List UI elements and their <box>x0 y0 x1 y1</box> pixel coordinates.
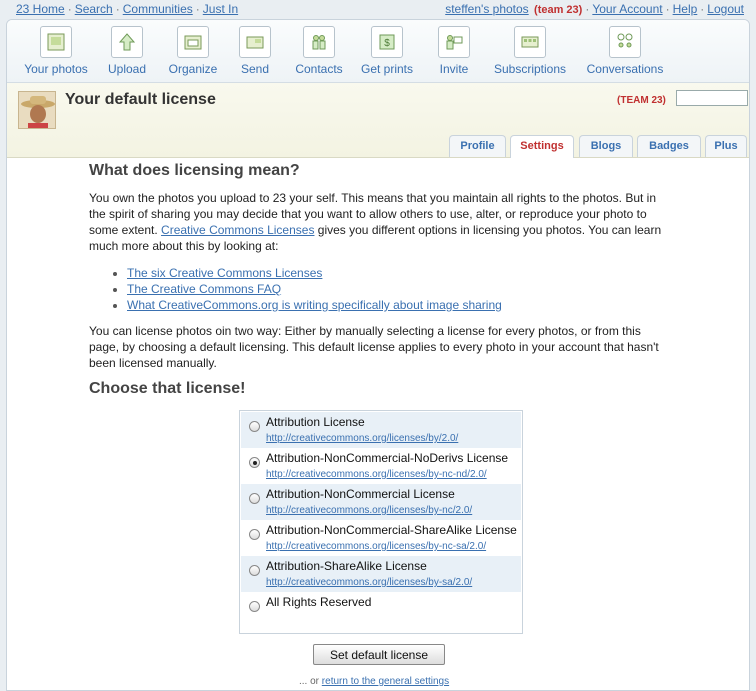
tab-settings[interactable]: Settings <box>510 135 574 158</box>
resource-links: The six Creative Commons Licenses The Cr… <box>113 265 502 313</box>
license-name: Attribution-ShareAlike License <box>266 559 427 573</box>
nav-label: Subscriptions <box>493 62 567 76</box>
svg-text:$: $ <box>384 38 390 49</box>
license-option[interactable]: Attribution-NonCommercial License http:/… <box>241 484 521 520</box>
invite-icon <box>438 26 470 58</box>
nav-organize[interactable]: Organize <box>165 26 221 76</box>
six-licenses-link[interactable]: The six Creative Commons Licenses <box>127 266 322 280</box>
nav-invite[interactable]: Invite <box>435 26 473 76</box>
license-name: Attribution-NonCommercial-NoDerivs Licen… <box>266 451 509 465</box>
logout-link[interactable]: Logout <box>707 2 744 16</box>
nav-conversations[interactable]: Conversations <box>585 26 665 76</box>
radio-button[interactable] <box>249 601 260 612</box>
help-link[interactable]: Help <box>673 2 698 16</box>
photo-icon <box>40 26 72 58</box>
nav-label: Your photos <box>24 62 88 76</box>
nav-label: Conversations <box>586 62 664 76</box>
top-link-bar: 23 Home · Search · Communities · Just In steff… <box>0 0 756 18</box>
avatar <box>18 91 56 129</box>
nav-contacts[interactable]: Contacts <box>291 26 347 76</box>
tab-plus[interactable]: Plus <box>705 135 747 157</box>
license-url[interactable]: http://creativecommons.org/licenses/by-n… <box>266 505 472 516</box>
section-heading-licensing: What does licensing mean? <box>89 162 300 179</box>
radio-button[interactable] <box>249 421 260 432</box>
licensing-methods-paragraph: You can license photos oin two way: Eith… <box>89 324 659 370</box>
separator: · <box>195 2 200 16</box>
nav-your-photos[interactable]: Your photos <box>23 26 89 76</box>
separator: · <box>115 2 120 16</box>
top-links-left: 23 Home · Search · Communities · Just In <box>16 2 238 16</box>
nav-label: Invite <box>439 62 469 76</box>
footer-prefix: ... or <box>299 676 322 687</box>
people-icon <box>303 26 335 58</box>
footer-links: ... or return to the general settings <box>299 676 449 687</box>
separator: · <box>585 2 590 16</box>
license-url[interactable]: http://creativecommons.org/licenses/by/2… <box>266 433 458 444</box>
nav-upload[interactable]: Upload <box>103 26 151 76</box>
tab-blogs[interactable]: Blogs <box>579 135 633 157</box>
home-link[interactable]: 23 Home <box>16 2 65 16</box>
radio-button[interactable] <box>249 529 260 540</box>
license-option[interactable]: Attribution License http://creativecommo… <box>241 412 521 448</box>
page-header: Your default license (TEAM 23) Profile S… <box>7 83 749 158</box>
radio-button[interactable] <box>249 565 260 576</box>
license-name: Attribution-NonCommercial-ShareAlike Lic… <box>266 523 517 537</box>
page-title: Your default license <box>65 91 216 108</box>
nav-get-prints[interactable]: $ Get prints <box>359 26 415 76</box>
nav-send[interactable]: Send <box>235 26 275 76</box>
tab-badges[interactable]: Badges <box>637 135 701 157</box>
search-input[interactable] <box>676 90 748 106</box>
nav-label: Contacts <box>295 62 343 76</box>
account-link[interactable]: Your Account <box>592 2 662 16</box>
folder-icon <box>177 26 209 58</box>
settings-tabs: Profile Settings Blogs Badges Plus <box>7 133 749 158</box>
send-envelope-icon <box>239 26 271 58</box>
image-sharing-link[interactable]: What CreativeCommons.org is writing spec… <box>127 298 502 312</box>
license-name: Attribution-NonCommercial License <box>266 487 455 501</box>
cc-faq-link[interactable]: The Creative Commons FAQ <box>127 282 281 296</box>
list-item: What CreativeCommons.org is writing spec… <box>127 297 502 313</box>
license-option[interactable]: Attribution-NonCommercial-NoDerivs Licen… <box>241 448 521 484</box>
list-item: The Creative Commons FAQ <box>127 281 502 297</box>
separator: · <box>67 2 72 16</box>
icon-navigation: Your photos Upload Organize Send Contact… <box>7 20 749 83</box>
top-links-right: steffen's photos (team 23) · Your Account ·… <box>445 2 744 16</box>
prints-icon: $ <box>371 26 403 58</box>
user-photos-link[interactable]: steffen's photos <box>445 2 528 16</box>
nav-label: Get prints <box>360 62 414 76</box>
grid-icon <box>514 26 546 58</box>
license-options: Attribution License http://creativecommo… <box>239 410 523 634</box>
license-name: Attribution License <box>266 415 365 429</box>
just-in-link[interactable]: Just In <box>203 2 238 16</box>
team-label: (team 23) <box>534 4 583 16</box>
search-link[interactable]: Search <box>75 2 113 16</box>
nav-label: Organize <box>168 62 218 76</box>
nav-label: Upload <box>107 62 147 76</box>
license-option[interactable]: All Rights Reserved <box>241 592 521 628</box>
license-url[interactable]: http://creativecommons.org/licenses/by-n… <box>266 541 486 552</box>
intro-paragraph: You own the photos you upload to 23 your… <box>89 190 673 254</box>
license-url[interactable]: http://creativecommons.org/licenses/by-s… <box>266 577 472 588</box>
set-default-license-button[interactable]: Set default license <box>313 644 445 665</box>
license-option[interactable]: Attribution-NonCommercial-ShareAlike Lic… <box>241 520 521 556</box>
radio-button[interactable] <box>249 493 260 504</box>
main-frame: Your photos Upload Organize Send Contact… <box>6 19 750 691</box>
tab-profile[interactable]: Profile <box>449 135 506 157</box>
return-to-settings-link[interactable]: return to the general settings <box>322 676 449 687</box>
separator: · <box>700 2 705 16</box>
upload-arrow-icon <box>111 26 143 58</box>
creative-commons-link[interactable]: Creative Commons Licenses <box>161 223 314 237</box>
section-heading-choose: Choose that license! <box>89 380 246 397</box>
radio-button[interactable] <box>249 457 260 468</box>
license-option[interactable]: Attribution-ShareAlike License http://cr… <box>241 556 521 592</box>
list-item: The six Creative Commons Licenses <box>127 265 502 281</box>
license-url[interactable]: http://creativecommons.org/licenses/by-n… <box>266 469 487 480</box>
nav-label: Send <box>240 62 270 76</box>
license-name: All Rights Reserved <box>266 595 372 609</box>
communities-link[interactable]: Communities <box>123 2 193 16</box>
separator: · <box>665 2 670 16</box>
speech-bubbles-icon <box>609 26 641 58</box>
nav-subscriptions[interactable]: Subscriptions <box>491 26 569 76</box>
team-badge: (TEAM 23) <box>617 95 666 106</box>
